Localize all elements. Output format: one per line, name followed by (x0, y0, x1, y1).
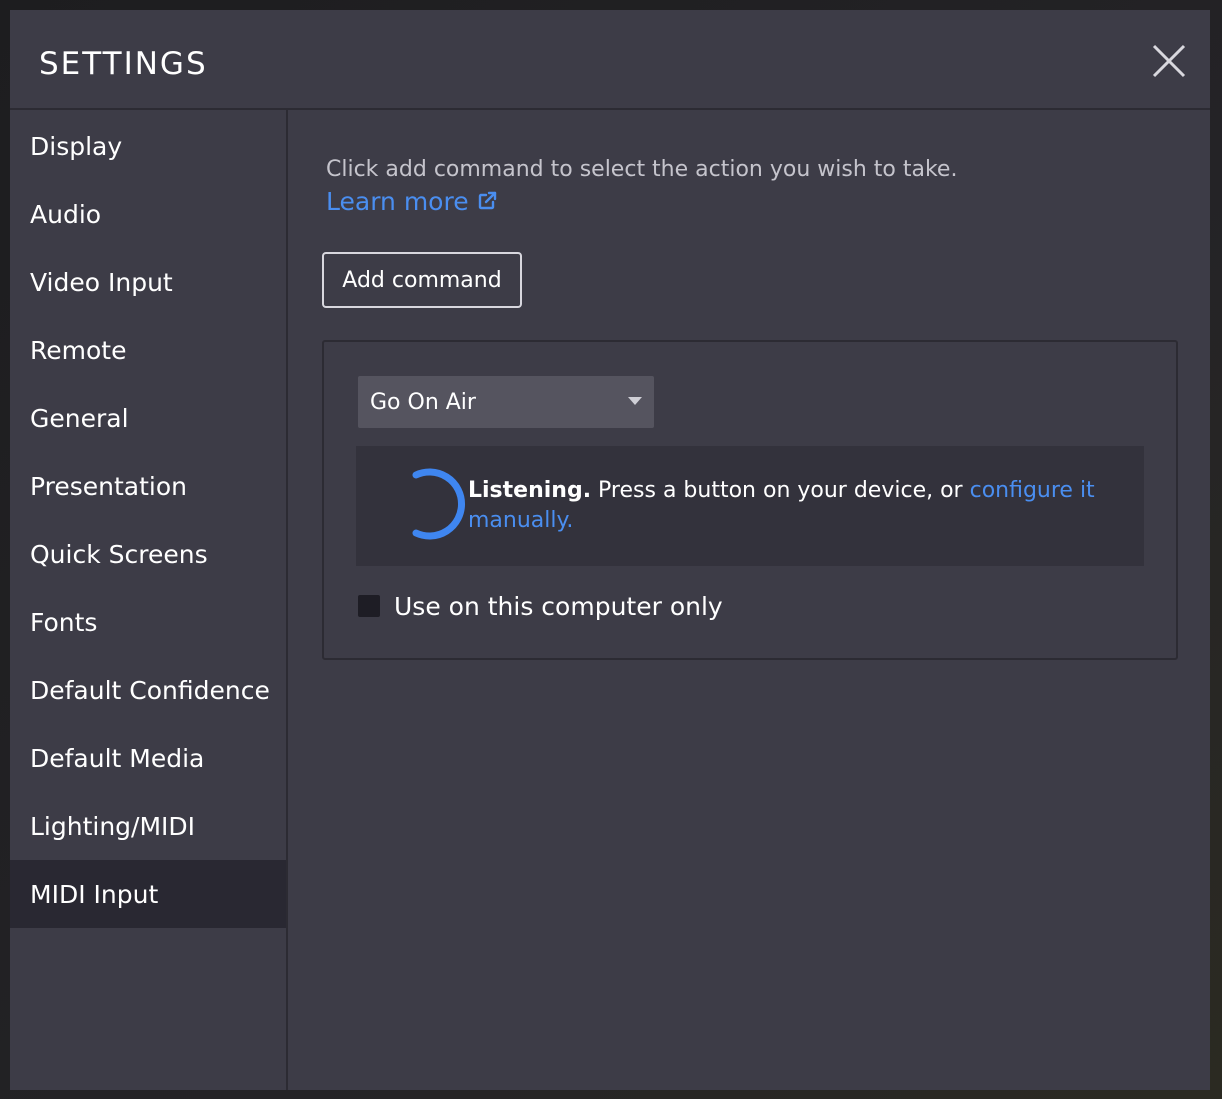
sidebar-item-video-input[interactable]: Video Input (10, 248, 288, 316)
spinner-icon (412, 468, 466, 540)
sidebar-item-audio[interactable]: Audio (10, 180, 288, 248)
sidebar-item-fonts[interactable]: Fonts (10, 588, 288, 656)
command-panel: Go On Air Listening. Press a button on y… (322, 340, 1178, 660)
learn-more-link[interactable]: Learn more (326, 185, 497, 220)
listening-box: Listening. Press a button on your device… (356, 446, 1144, 566)
sidebar-item-remote[interactable]: Remote (10, 316, 288, 384)
modal-header: SETTINGS (10, 10, 1210, 110)
sidebar-item-default-media[interactable]: Default Media (10, 724, 288, 792)
intro-text: Click add command to select the action y… (326, 157, 958, 182)
action-select-value: Go On Air (370, 389, 476, 415)
settings-sidebar: Display Audio Video Input Remote General… (10, 110, 288, 1090)
caret-down-icon (628, 397, 642, 405)
local-only-label: Use on this computer only (394, 591, 723, 621)
settings-modal: SETTINGS Display Audio Video Input Remot… (10, 10, 1210, 1090)
sidebar-item-presentation[interactable]: Presentation (10, 452, 288, 520)
sidebar-item-midi-input[interactable]: MIDI Input (10, 860, 286, 928)
listening-message: Listening. Press a button on your device… (468, 476, 1108, 536)
listening-title: Listening. (468, 478, 592, 503)
local-only-option[interactable]: Use on this computer only (358, 588, 723, 624)
settings-content: Click add command to select the action y… (290, 110, 1210, 1090)
sidebar-item-lighting-midi[interactable]: Lighting/MIDI (10, 792, 288, 860)
modal-title: SETTINGS (39, 46, 208, 82)
close-icon (1152, 44, 1186, 78)
listening-instructions: Press a button on your device, or (591, 478, 970, 503)
action-select[interactable]: Go On Air (358, 376, 654, 428)
sidebar-item-default-confidence[interactable]: Default Confidence (10, 656, 288, 724)
learn-more-label: Learn more (326, 187, 469, 216)
close-button[interactable] (1148, 40, 1190, 82)
sidebar-item-general[interactable]: General (10, 384, 288, 452)
sidebar-item-quick-screens[interactable]: Quick Screens (10, 520, 288, 588)
add-command-button[interactable]: Add command (322, 252, 522, 308)
local-only-checkbox[interactable] (358, 595, 380, 617)
external-link-icon (477, 186, 497, 220)
sidebar-item-display[interactable]: Display (10, 112, 288, 180)
